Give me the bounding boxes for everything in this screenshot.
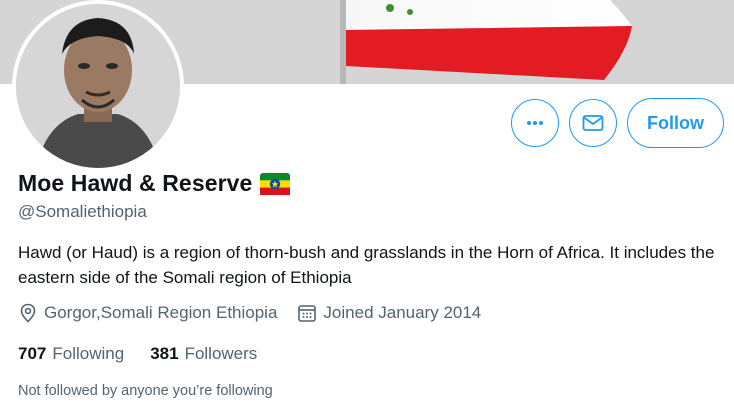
profile-actions: Follow xyxy=(511,98,724,148)
joined-item: Joined January 2014 xyxy=(297,303,481,323)
calendar-icon xyxy=(298,305,317,322)
location-text: Gorgor,Somali Region Ethiopia xyxy=(44,303,278,322)
following-link[interactable]: 707 Following xyxy=(18,344,124,364)
profile-avatar[interactable] xyxy=(12,0,184,172)
profile-stats: 707 Following 381 Followers xyxy=(18,344,257,364)
more-icon xyxy=(527,121,543,125)
followers-count: 381 xyxy=(150,344,179,363)
profile-name-row: Moe Hawd & Reserve xyxy=(18,170,291,197)
followers-link[interactable]: 381 Followers xyxy=(150,344,257,364)
mail-icon xyxy=(582,115,604,131)
avatar-portrait xyxy=(16,4,180,168)
following-count: 707 xyxy=(18,344,47,363)
more-button[interactable] xyxy=(511,99,559,147)
follow-button[interactable]: Follow xyxy=(627,98,724,148)
joined-text: Joined January 2014 xyxy=(323,303,482,322)
display-name: Moe Hawd & Reserve xyxy=(18,170,253,196)
ethiopia-flag-icon xyxy=(260,172,291,195)
profile-meta: Gorgor,Somali Region Ethiopia Joined Jan… xyxy=(18,303,501,323)
following-label: Following xyxy=(52,344,125,363)
profile-handle: @Somaliethiopia xyxy=(18,202,147,221)
location-item: Gorgor,Somali Region Ethiopia xyxy=(18,303,277,323)
location-pin-icon xyxy=(20,303,36,323)
message-button[interactable] xyxy=(569,99,617,147)
mutual-followers-note: Not followed by anyone you’re following xyxy=(18,383,273,399)
followers-label: Followers xyxy=(184,344,258,363)
profile-bio: Hawd (or Haud) is a region of thorn-bush… xyxy=(18,243,715,287)
